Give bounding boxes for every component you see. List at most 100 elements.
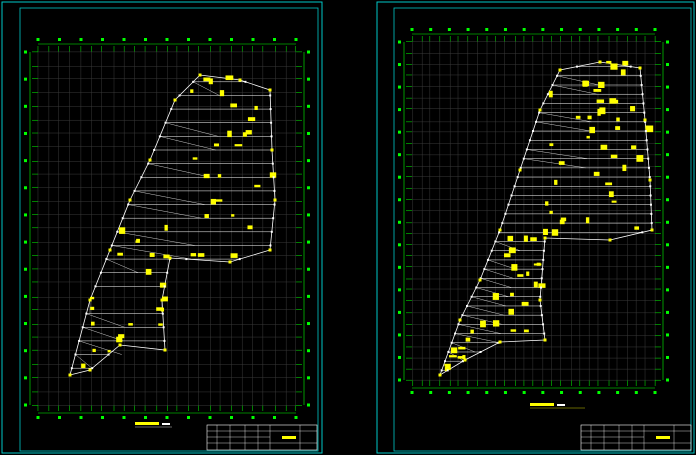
annotation-block <box>197 253 205 257</box>
axis-bubble-top <box>429 28 433 31</box>
column-marker <box>158 135 161 138</box>
vertex-marker <box>118 343 122 347</box>
axis-bubble-bottom <box>653 391 657 394</box>
column-marker <box>99 271 102 274</box>
column-marker <box>501 222 504 225</box>
axis-bubble-bottom <box>616 391 620 394</box>
column-marker <box>461 314 464 317</box>
annotation-block <box>492 293 499 300</box>
annotation-block <box>616 117 620 122</box>
annotation-block <box>192 157 198 160</box>
cad-drawing-canvas[interactable] <box>0 0 696 455</box>
column-marker <box>269 108 272 111</box>
axis-bubble-left <box>398 198 401 202</box>
annotation-block <box>593 171 600 176</box>
axis-bubble-top <box>122 38 126 41</box>
column-marker <box>85 312 88 315</box>
annotation-block <box>508 247 516 254</box>
annotation-block <box>117 252 123 256</box>
column-marker <box>649 185 652 188</box>
vertex-marker <box>270 148 274 152</box>
annotation-block <box>549 143 554 147</box>
axis-bubble-right <box>666 333 669 337</box>
column-marker <box>273 189 276 192</box>
annotation-block <box>119 227 126 234</box>
annotation-block <box>530 237 537 242</box>
axis-bubble-bottom <box>503 391 507 394</box>
vertex-marker <box>108 248 112 252</box>
axis-bubble-bottom <box>597 391 601 394</box>
axis-bubble-bottom <box>429 391 433 394</box>
axis-bubble-top <box>503 28 507 31</box>
axis-bubble-top <box>578 28 582 31</box>
axis-bubble-bottom <box>187 416 190 419</box>
axis-bubble-bottom <box>230 416 233 419</box>
axis-bubble-right <box>666 153 669 157</box>
axis-bubble-right <box>666 40 669 44</box>
axis-bubble-left <box>398 85 401 89</box>
annotation-block <box>508 308 514 315</box>
annotation-block <box>203 173 210 179</box>
column-marker <box>575 65 578 68</box>
column-marker <box>479 350 482 353</box>
axis-bubble-right <box>307 131 310 135</box>
vertex-marker <box>650 228 654 232</box>
annotation-block <box>227 130 232 138</box>
annotation-block <box>606 60 612 64</box>
annotation-block <box>596 99 605 103</box>
column-marker <box>543 332 546 335</box>
column-marker <box>647 166 650 169</box>
column-marker <box>269 244 272 247</box>
column-marker <box>238 258 241 261</box>
annotation-block <box>507 235 514 242</box>
axis-bubble-right <box>666 355 669 359</box>
vertex-marker <box>608 238 612 242</box>
annotation-block <box>608 191 614 198</box>
annotation-block <box>600 144 608 150</box>
axis-bubble-left <box>24 267 27 271</box>
axis-bubble-right <box>666 85 669 89</box>
column-marker <box>475 286 478 289</box>
column-marker <box>185 258 188 261</box>
axis-bubble-left <box>24 240 27 244</box>
column-marker <box>440 369 443 372</box>
annotation-block <box>128 323 133 326</box>
axis-bubble-right <box>666 175 669 179</box>
annotation-block <box>605 182 613 186</box>
annotation-block <box>620 69 626 76</box>
column-marker <box>522 157 525 160</box>
annotation-block <box>586 135 590 139</box>
axis-bubble-right <box>307 322 310 326</box>
column-marker <box>504 212 507 215</box>
column-marker <box>546 93 549 96</box>
annotation-block <box>622 164 627 172</box>
annotation-block <box>136 238 140 242</box>
column-marker <box>454 332 457 335</box>
annotation-block <box>164 224 168 231</box>
column-marker <box>507 203 510 206</box>
axis-bubble-left <box>24 376 27 380</box>
annotation-block <box>511 264 518 271</box>
annotation-block <box>242 132 247 137</box>
axis-bubble-bottom <box>165 416 169 419</box>
axis-bubble-right <box>666 63 669 67</box>
column-marker <box>178 94 181 97</box>
annotation-block <box>615 126 621 130</box>
axis-bubble-left <box>398 378 401 382</box>
annotation-block <box>465 337 471 342</box>
annotation-block <box>549 210 553 214</box>
vertex-marker <box>598 60 602 64</box>
axis-bubble-right <box>307 213 310 217</box>
vertex-marker <box>163 348 167 352</box>
column-marker <box>105 258 108 261</box>
annotation-block <box>204 214 209 219</box>
annotation-block <box>247 225 253 230</box>
column-marker <box>535 120 538 123</box>
column-marker <box>647 157 650 160</box>
vertex-marker <box>463 358 467 362</box>
axis-bubble-bottom <box>634 391 638 394</box>
vertex-marker <box>518 168 522 172</box>
column-marker <box>494 240 497 243</box>
annotation-block <box>118 334 125 339</box>
axis-bubble-top <box>208 38 212 41</box>
